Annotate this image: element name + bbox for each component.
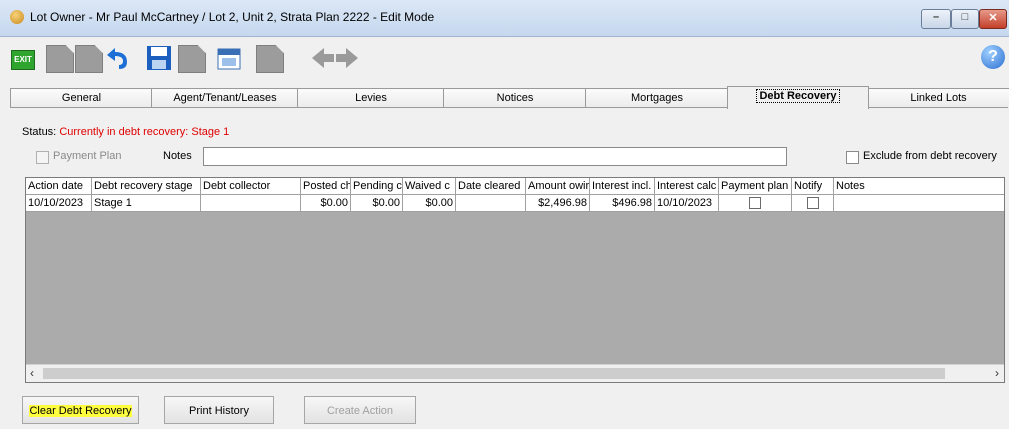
tab-levies[interactable]: Levies — [297, 88, 445, 108]
posted-cell[interactable]: $0.00 — [301, 195, 351, 211]
close-button[interactable]: ✕ — [979, 9, 1007, 29]
status-label: Status: — [22, 126, 57, 138]
exclude-checkbox[interactable] — [846, 151, 859, 164]
status-value: Currently in debt recovery: Stage 1 — [59, 126, 230, 138]
app-icon — [10, 10, 24, 24]
window-title: Lot Owner - Mr Paul McCartney / Lot 2, U… — [30, 10, 435, 24]
interest-calc-cell[interactable]: 10/10/2023 — [655, 195, 719, 211]
scrollbar-thumb[interactable] — [43, 368, 945, 379]
status-line: Status: Currently in debt recovery: Stag… — [22, 126, 229, 138]
print-history-button[interactable]: Print History — [164, 396, 274, 424]
tab-strip: General Agent/Tenant/Leases Levies Notic… — [0, 86, 1009, 109]
new-icon[interactable] — [46, 45, 74, 73]
grid-header: Action date Debt recovery stage Debt col… — [26, 178, 1004, 195]
debt-collector-cell[interactable] — [201, 195, 301, 211]
column-header[interactable]: Payment plan — [719, 178, 792, 194]
table-row[interactable]: 10/10/2023 Stage 1 $0.00 $0.00 $0.00 $2,… — [26, 195, 1004, 212]
exit-icon[interactable]: EXIT — [11, 50, 35, 70]
clear-debt-recovery-button[interactable]: Clear Debt Recovery — [22, 396, 139, 424]
payment-plan-row-checkbox[interactable] — [749, 197, 761, 210]
payment-plan-label: Payment Plan — [53, 150, 122, 162]
save-icon[interactable] — [146, 45, 172, 71]
column-header[interactable]: Debt recovery stage — [92, 178, 201, 194]
help-icon[interactable]: ? — [981, 45, 1005, 69]
tab-mortgages[interactable]: Mortgages — [585, 88, 729, 108]
column-header[interactable]: Amount owir — [526, 178, 590, 194]
notify-cell[interactable] — [792, 195, 834, 211]
tab-debt-recovery[interactable]: Debt Recovery — [727, 86, 869, 109]
title-bar: Lot Owner - Mr Paul McCartney / Lot 2, U… — [0, 0, 1009, 37]
scroll-right-icon[interactable]: › — [995, 366, 999, 380]
column-header[interactable]: Posted ch — [301, 178, 351, 194]
column-header[interactable]: Waived c — [403, 178, 456, 194]
column-header[interactable]: Pending c — [351, 178, 403, 194]
payment-plan-checkbox — [36, 151, 49, 164]
column-header[interactable]: Interest incl. — [590, 178, 655, 194]
notify-row-checkbox[interactable] — [806, 197, 819, 210]
waived-cell[interactable]: $0.00 — [403, 195, 456, 211]
column-header[interactable]: Date cleared — [456, 178, 526, 194]
scroll-left-icon[interactable]: ‹ — [30, 366, 34, 380]
tab-notices[interactable]: Notices — [443, 88, 587, 108]
copy-icon[interactable] — [75, 45, 103, 73]
forward-arrow-icon — [334, 45, 360, 71]
column-header[interactable]: Notify — [792, 178, 834, 194]
date-cleared-cell[interactable] — [456, 195, 526, 211]
delete-icon — [178, 45, 206, 73]
column-header[interactable]: Notes — [834, 178, 1004, 194]
column-header[interactable]: Interest calc — [655, 178, 719, 194]
payment-plan-cell[interactable] — [719, 195, 792, 211]
tab-linked-lots[interactable]: Linked Lots — [867, 88, 1009, 108]
pending-cell[interactable]: $0.00 — [351, 195, 403, 211]
create-action-button: Create Action — [304, 396, 416, 424]
action-date-cell[interactable]: 10/10/2023 — [26, 195, 92, 211]
exclude-label: Exclude from debt recovery — [863, 150, 997, 162]
amount-owing-cell[interactable]: $2,496.98 — [526, 195, 590, 211]
maximize-button[interactable]: □ — [951, 9, 979, 29]
minimize-button[interactable]: – — [921, 9, 951, 29]
column-header[interactable]: Debt collector — [201, 178, 301, 194]
tab-agent-tenant-leases[interactable]: Agent/Tenant/Leases — [151, 88, 299, 108]
report-icon — [256, 45, 284, 73]
tab-general[interactable]: General — [10, 88, 153, 108]
column-header[interactable]: Action date — [26, 178, 92, 194]
notes-label: Notes — [163, 150, 192, 162]
stage-cell[interactable]: Stage 1 — [92, 195, 201, 211]
notes-field[interactable] — [203, 147, 787, 166]
horizontal-scrollbar[interactable]: ‹ › — [26, 364, 1004, 382]
interest-included-cell[interactable]: $496.98 — [590, 195, 655, 211]
undo-icon[interactable] — [103, 45, 129, 71]
back-arrow-icon — [310, 45, 336, 71]
clear-debt-recovery-label: Clear Debt Recovery — [29, 405, 132, 417]
debt-recovery-grid[interactable]: Action date Debt recovery stage Debt col… — [25, 177, 1005, 383]
toolbar: EXIT ? — [0, 37, 1009, 79]
calendar-icon[interactable] — [216, 45, 242, 71]
notes-cell[interactable] — [834, 195, 1004, 211]
